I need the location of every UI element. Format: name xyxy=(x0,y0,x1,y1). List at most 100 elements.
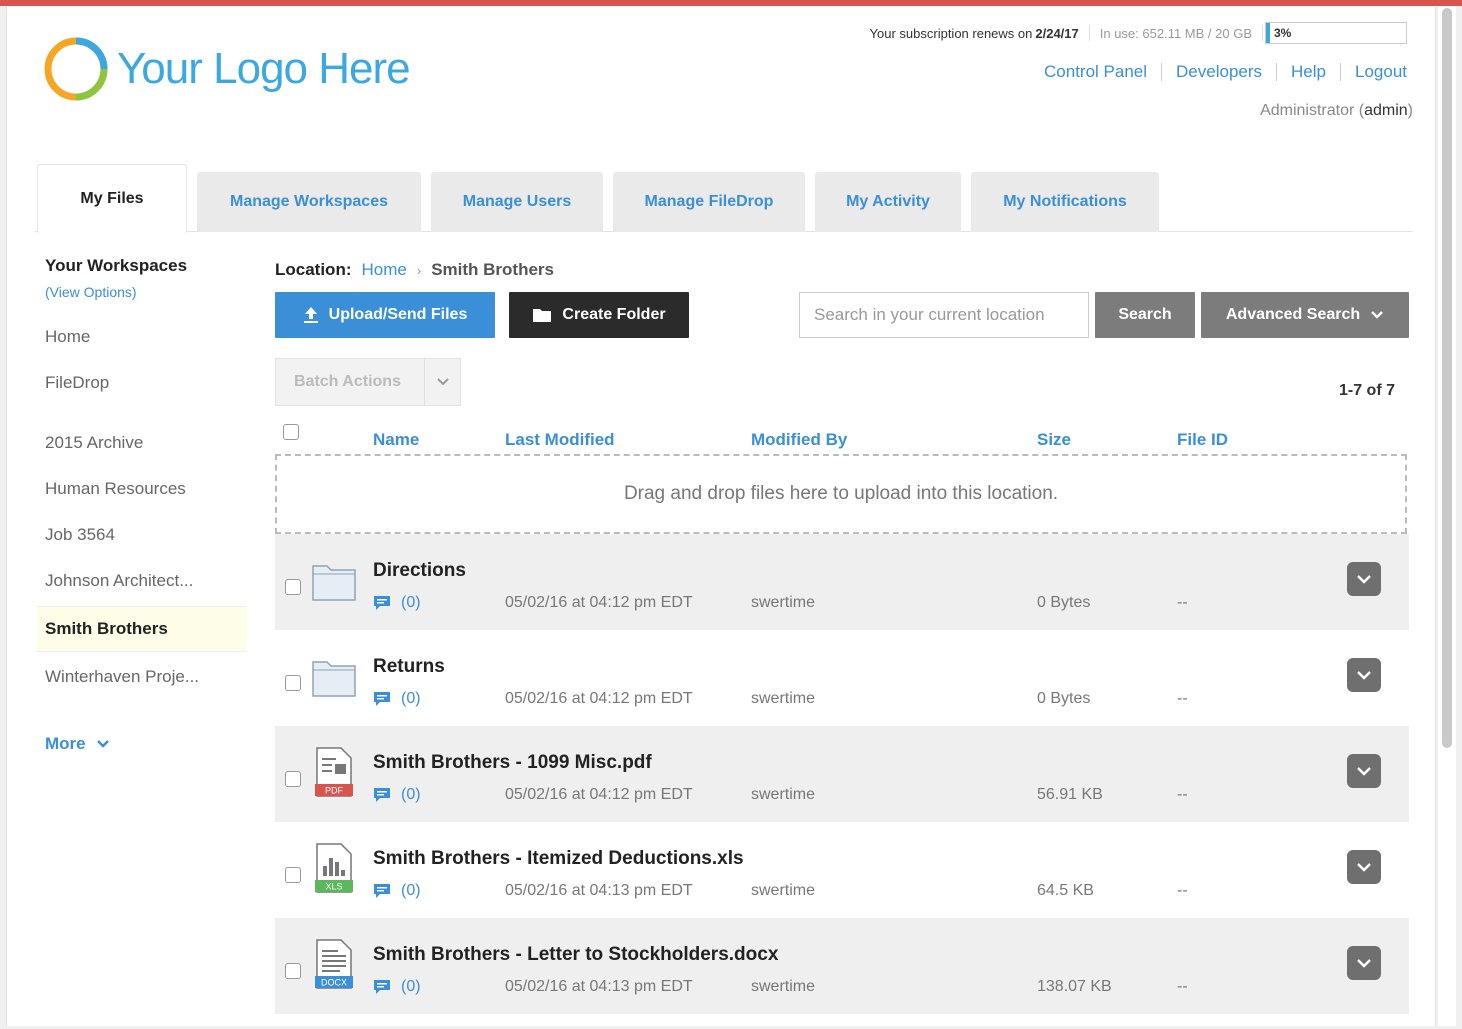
search-input[interactable] xyxy=(799,292,1089,338)
row-checkbox[interactable] xyxy=(285,579,301,595)
row-checkbox[interactable] xyxy=(285,963,301,979)
last-modified: 05/02/16 at 04:12 pm EDT xyxy=(505,690,693,707)
location-label: Location: xyxy=(275,260,352,279)
comment-icon xyxy=(374,980,390,994)
table-row[interactable]: DOCX Smith Brothers - Letter to Stockhol… xyxy=(275,918,1409,1014)
more-workspaces-button[interactable]: More xyxy=(45,734,110,754)
tab-my-files[interactable]: My Files xyxy=(37,164,187,233)
usage-percent: 3% xyxy=(1274,26,1292,40)
logo-text: Your Logo Here xyxy=(117,44,411,93)
help-link[interactable]: Help xyxy=(1291,62,1326,82)
sidebar-item-home[interactable]: Home xyxy=(37,314,247,360)
last-modified: 05/02/16 at 04:13 pm EDT xyxy=(505,882,693,899)
row-actions-button[interactable] xyxy=(1347,562,1381,596)
row-checkbox[interactable] xyxy=(285,675,301,691)
sidebar-item-johnson-architect[interactable]: Johnson Architect... xyxy=(37,558,247,604)
chevron-down-icon xyxy=(1357,767,1371,776)
tab-my-activity[interactable]: My Activity xyxy=(815,172,961,232)
modified-by: swertime xyxy=(751,786,816,803)
sidebar-item-filedrop[interactable]: FileDrop xyxy=(37,360,247,406)
user-suffix: ) xyxy=(1407,102,1413,119)
column-header-size[interactable]: Size xyxy=(1037,430,1071,450)
upload-icon xyxy=(303,307,318,323)
scrollbar-thumb[interactable] xyxy=(1442,8,1452,748)
user-info: Administrator (admin) xyxy=(1260,102,1413,120)
file-name-link[interactable]: Directions xyxy=(373,560,466,582)
table-row[interactable]: PDF Smith Brothers - 1099 Misc.pdf (0) 0… xyxy=(275,726,1409,822)
row-checkbox[interactable] xyxy=(285,867,301,883)
comment-count: (0) xyxy=(401,786,421,803)
chevron-down-icon xyxy=(96,740,109,748)
create-folder-button[interactable]: Create Folder xyxy=(509,292,689,338)
file-id: -- xyxy=(1177,594,1188,611)
row-actions-button[interactable] xyxy=(1347,754,1381,788)
chevron-down-icon xyxy=(436,378,449,386)
file-name-link[interactable]: Returns xyxy=(373,656,445,678)
sidebar-item-2015-archive[interactable]: 2015 Archive xyxy=(37,420,247,466)
breadcrumb-separator: › xyxy=(416,262,422,278)
developers-link[interactable]: Developers xyxy=(1176,62,1262,82)
logout-link[interactable]: Logout xyxy=(1355,62,1407,82)
comments-link[interactable]: (0) xyxy=(373,594,421,612)
batch-actions-dropdown[interactable]: Batch Actions xyxy=(275,358,461,406)
row-actions-button[interactable] xyxy=(1347,946,1381,980)
subscription-prefix: Your subscription renews on xyxy=(869,25,1033,41)
select-all-checkbox[interactable] xyxy=(283,424,299,440)
table-row[interactable]: XLS Smith Brothers - Itemized Deductions… xyxy=(275,822,1409,918)
upload-send-files-button[interactable]: Upload/Send Files xyxy=(275,292,495,338)
column-header-name[interactable]: Name xyxy=(373,430,419,450)
row-checkbox[interactable] xyxy=(285,771,301,787)
dropzone[interactable]: Drag and drop files here to upload into … xyxy=(275,454,1407,534)
view-options-link[interactable]: (View Options) xyxy=(45,284,137,300)
advanced-search-label: Advanced Search xyxy=(1225,306,1361,323)
sidebar-item-smith-brothers[interactable]: Smith Brothers xyxy=(37,606,247,652)
row-actions-button[interactable] xyxy=(1347,658,1381,692)
sidebar-item-job-3564[interactable]: Job 3564 xyxy=(37,512,247,558)
comments-link[interactable]: (0) xyxy=(373,882,421,900)
tab-manage-users[interactable]: Manage Users xyxy=(431,172,603,232)
modified-by: swertime xyxy=(751,690,816,707)
search-button[interactable]: Search xyxy=(1095,292,1195,338)
search-label: Search xyxy=(1118,306,1172,323)
tab-manage-filedrop[interactable]: Manage FileDrop xyxy=(613,172,805,232)
comment-count: (0) xyxy=(401,882,421,899)
divider xyxy=(1088,25,1090,41)
last-modified: 05/02/16 at 04:13 pm EDT xyxy=(505,978,693,995)
breadcrumb-home-link[interactable]: Home xyxy=(362,260,407,280)
subscription-date: 2/24/17 xyxy=(1035,25,1079,41)
chevron-down-icon xyxy=(1357,959,1371,968)
chevron-down-icon xyxy=(1357,575,1371,584)
comments-link[interactable]: (0) xyxy=(373,690,421,708)
file-size: 0 Bytes xyxy=(1037,690,1091,707)
table-row[interactable]: Returns (0) 05/02/16 at 04:12 pm EDT swe… xyxy=(275,630,1409,726)
advanced-search-button[interactable]: Advanced Search xyxy=(1201,292,1409,338)
comments-link[interactable]: (0) xyxy=(373,978,421,996)
pdf-file-icon: PDF xyxy=(315,747,353,797)
tab-my-notifications[interactable]: My Notifications xyxy=(971,172,1159,232)
comment-count: (0) xyxy=(401,594,421,611)
usage-text: In use: 652.11 MB / 20 GB xyxy=(1099,25,1252,41)
file-name-link[interactable]: Smith Brothers - Itemized Deductions.xls xyxy=(373,848,744,870)
sidebar-item-winterhaven[interactable]: Winterhaven Proje... xyxy=(37,654,247,700)
logo[interactable]: Your Logo Here xyxy=(41,34,411,104)
chevron-down-icon xyxy=(1357,671,1371,680)
column-header-file-id[interactable]: File ID xyxy=(1177,430,1228,450)
file-name-link[interactable]: Smith Brothers - 1099 Misc.pdf xyxy=(373,752,652,774)
control-panel-link[interactable]: Control Panel xyxy=(1044,62,1147,82)
table-row[interactable]: Directions (0) 05/02/16 at 04:12 pm EDT … xyxy=(275,534,1409,630)
app-frame: Your Logo Here Your subscription renews … xyxy=(6,6,1436,1026)
tab-manage-workspaces[interactable]: Manage Workspaces xyxy=(197,172,421,232)
sidebar-item-human-resources[interactable]: Human Resources xyxy=(37,466,247,512)
column-header-modified-by[interactable]: Modified By xyxy=(751,430,847,450)
file-id: -- xyxy=(1177,786,1188,803)
pdf-badge-text: PDF xyxy=(325,786,344,796)
usage-meter-fill xyxy=(1266,23,1271,43)
comments-link[interactable]: (0) xyxy=(373,786,421,804)
logo-ring-icon xyxy=(44,37,108,101)
file-name-link[interactable]: Smith Brothers - Letter to Stockholders.… xyxy=(373,944,778,966)
row-actions-button[interactable] xyxy=(1347,850,1381,884)
column-header-last-modified[interactable]: Last Modified xyxy=(505,430,615,450)
file-size: 0 Bytes xyxy=(1037,594,1091,611)
docx-badge-text: DOCX xyxy=(321,978,347,988)
batch-actions-toggle[interactable] xyxy=(424,359,460,405)
